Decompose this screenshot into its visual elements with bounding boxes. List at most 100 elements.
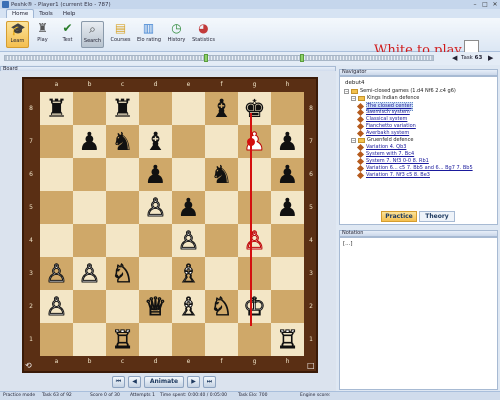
square-a7[interactable]: [40, 125, 73, 158]
elo-rating-button[interactable]: ▥ Elo rating: [137, 21, 161, 48]
square-h3[interactable]: [271, 257, 304, 290]
first-move-button[interactable]: ⏮: [112, 376, 125, 388]
chess-piece[interactable]: ♙: [139, 191, 172, 224]
square-b5[interactable]: [73, 191, 106, 224]
history-button[interactable]: ◷ History: [165, 21, 188, 48]
square-f4[interactable]: [205, 224, 238, 257]
learn-button[interactable]: 🎓 Learn: [6, 21, 29, 48]
chess-piece[interactable]: ♗: [172, 257, 205, 290]
last-move-button[interactable]: ⏭: [203, 376, 216, 388]
square-d8[interactable]: [139, 92, 172, 125]
square-g5[interactable]: [238, 191, 271, 224]
search-button[interactable]: ⌕ Search: [81, 21, 104, 48]
square-f1[interactable]: [205, 323, 238, 356]
task-marker[interactable]: [204, 54, 208, 62]
square-a6[interactable]: [40, 158, 73, 191]
chess-piece[interactable]: ♘: [205, 290, 238, 323]
tree-item[interactable]: Variation 7. Nf3 c5 8. Be3: [356, 171, 430, 180]
flip-board-icon[interactable]: ⟲: [25, 362, 33, 370]
square-g1[interactable]: [238, 323, 271, 356]
tab-home[interactable]: Home: [6, 9, 35, 18]
animate-button[interactable]: Animate: [144, 376, 184, 388]
square-f7[interactable]: [205, 125, 238, 158]
chess-piece[interactable]: ♟: [271, 191, 304, 224]
square-h2[interactable]: [271, 290, 304, 323]
chess-piece[interactable]: ♗: [172, 290, 205, 323]
chess-piece[interactable]: ♙: [40, 257, 73, 290]
collapse-toggle-icon[interactable]: −: [351, 96, 356, 101]
chess-piece[interactable]: ♙: [73, 257, 106, 290]
prev-move-button[interactable]: ◀: [128, 376, 141, 388]
chess-piece[interactable]: ♟: [271, 125, 304, 158]
chess-piece[interactable]: ♟: [73, 125, 106, 158]
tree-item[interactable]: Fianchetto variation: [356, 122, 416, 131]
square-b2[interactable]: [73, 290, 106, 323]
chess-piece[interactable]: ♜: [106, 92, 139, 125]
square-e1[interactable]: [172, 323, 205, 356]
collapse-toggle-icon[interactable]: −: [351, 138, 356, 143]
tree-item[interactable]: Variation 6... c5 7. Bb5 and 6... Bg7 7.…: [356, 164, 473, 173]
tab-help[interactable]: Help: [58, 10, 81, 18]
chess-piece[interactable]: ♞: [205, 158, 238, 191]
chess-piece[interactable]: ♖: [106, 323, 139, 356]
courses-button[interactable]: ▤ Courses: [109, 21, 132, 48]
square-d4[interactable]: [139, 224, 172, 257]
chess-piece[interactable]: ♚: [238, 92, 271, 125]
square-b8[interactable]: [73, 92, 106, 125]
square-b6[interactable]: [73, 158, 106, 191]
square-c5[interactable]: [106, 191, 139, 224]
chess-piece[interactable]: ♙: [172, 224, 205, 257]
square-a5[interactable]: [40, 191, 73, 224]
square-d1[interactable]: [139, 323, 172, 356]
square-e7[interactable]: [172, 125, 205, 158]
chess-piece[interactable]: ♞: [106, 125, 139, 158]
chess-piece[interactable]: ♜: [40, 92, 73, 125]
chess-piece[interactable]: ♙: [238, 224, 271, 257]
collapse-toggle-icon[interactable]: −: [344, 89, 349, 94]
tree-folder[interactable]: − Kings Indian defence: [351, 95, 419, 102]
tab-tools[interactable]: Tools: [34, 10, 58, 18]
square-f3[interactable]: [205, 257, 238, 290]
square-c2[interactable]: [106, 290, 139, 323]
next-move-button[interactable]: ▶: [187, 376, 200, 388]
square-g3[interactable]: [238, 257, 271, 290]
square-d3[interactable]: [139, 257, 172, 290]
square-h4[interactable]: [271, 224, 304, 257]
play-button[interactable]: ♜ Play: [31, 21, 54, 48]
tab-theory[interactable]: Theory: [419, 211, 455, 222]
square-b4[interactable]: [73, 224, 106, 257]
chess-piece[interactable]: ♝: [205, 92, 238, 125]
tree-item[interactable]: System with 7. Bc4: [356, 150, 414, 159]
tree-item[interactable]: System 7. Nf3 0-0 8. Rb1: [356, 157, 429, 166]
square-h8[interactable]: [271, 92, 304, 125]
maximize-button[interactable]: □: [480, 1, 490, 9]
test-button[interactable]: ✔ Test: [56, 21, 79, 48]
chess-piece[interactable]: ♙: [40, 290, 73, 323]
chess-piece[interactable]: ♟: [139, 158, 172, 191]
chess-piece[interactable]: ♕: [139, 290, 172, 323]
prev-task-icon[interactable]: ◀: [452, 55, 459, 62]
square-f5[interactable]: [205, 191, 238, 224]
tree-item[interactable]: Variation 4. Qb3: [356, 143, 406, 152]
square-g6[interactable]: [238, 158, 271, 191]
chess-piece[interactable]: ♖: [271, 323, 304, 356]
square-a1[interactable]: [40, 323, 73, 356]
square-c6[interactable]: [106, 158, 139, 191]
chess-piece[interactable]: ♝: [139, 125, 172, 158]
chess-piece[interactable]: ♟: [271, 158, 304, 191]
close-button[interactable]: ✕: [490, 1, 500, 9]
chess-piece[interactable]: ♟: [172, 191, 205, 224]
tree-folder[interactable]: − Semi-closed games (1.d4 Nf6 2.c4 g6): [344, 88, 456, 95]
task-marker[interactable]: [300, 54, 304, 62]
next-task-icon[interactable]: ▶: [488, 55, 495, 62]
minimize-button[interactable]: –: [470, 1, 480, 9]
task-progress-bar[interactable]: [4, 55, 434, 61]
tab-practice[interactable]: Practice: [381, 211, 417, 222]
square-a4[interactable]: [40, 224, 73, 257]
chess-piece[interactable]: ♘: [106, 257, 139, 290]
tree-item[interactable]: Averbakh system: [356, 129, 409, 138]
tree-item[interactable]: Classical system: [356, 115, 407, 124]
statistics-button[interactable]: ◕ Statistics: [192, 21, 215, 48]
square-c4[interactable]: [106, 224, 139, 257]
notation-panel[interactable]: [...]: [339, 237, 498, 390]
